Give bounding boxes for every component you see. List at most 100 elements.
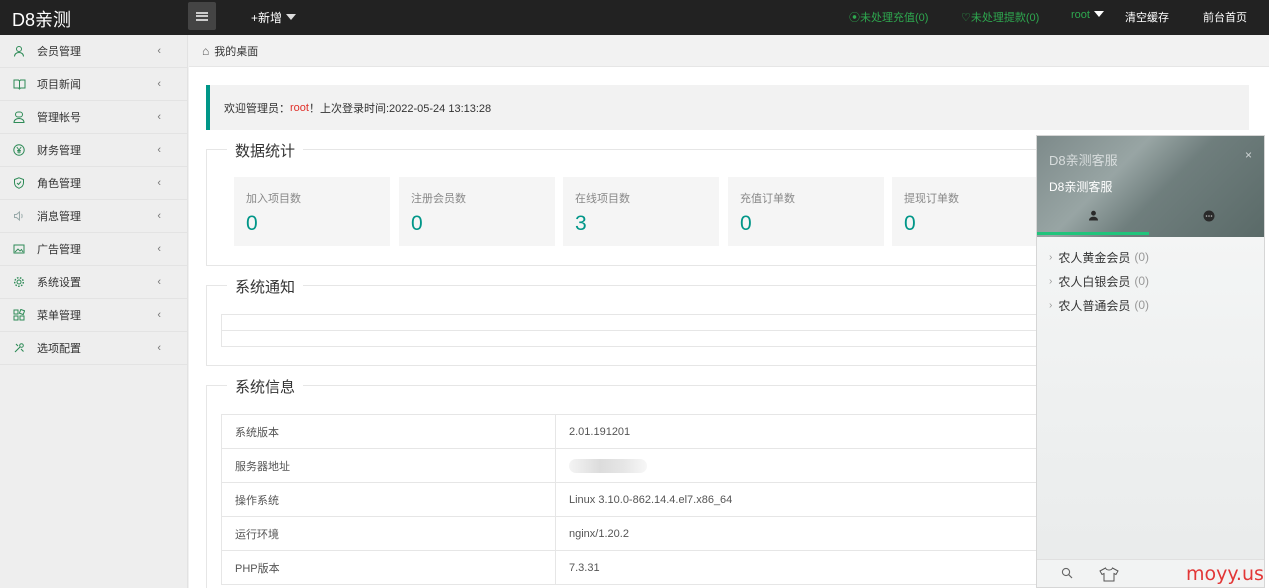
chevron-left-icon: ‹ (157, 78, 161, 90)
chevron-left-icon: ‹ (157, 243, 161, 255)
info-key: 系统版本 (221, 414, 556, 449)
stat-label: 提现订单数 (904, 193, 959, 205)
stat-label: 在线项目数 (575, 193, 630, 205)
list-item[interactable]: › 农人白银会员 (0) (1037, 269, 1264, 293)
sidebar-item-label: 财务管理 (37, 145, 81, 157)
info-key: 操作系统 (221, 482, 556, 517)
user-menu[interactable]: root (1071, 9, 1104, 21)
stat-card-withdraw-orders[interactable]: 提现订单数 0 (892, 177, 1048, 246)
stat-value: 3 (575, 212, 587, 235)
group-name: 农人白银会员 (1058, 274, 1131, 289)
blurred-server-address (569, 458, 647, 473)
sysinfo-legend: 系统信息 (227, 376, 304, 397)
stat-value: 0 (904, 212, 916, 235)
welcome-last-login: ！上次登录时间:2022-05-24 13:13:28 (308, 102, 492, 115)
caret-down-icon (1093, 11, 1104, 17)
list-item[interactable]: › 农人普通会员 (0) (1037, 293, 1264, 317)
pending-withdraw-link[interactable]: ♡未处理提款(0) (961, 9, 1039, 25)
sidebar-item-ads[interactable]: 广告管理 ‹ (0, 233, 187, 266)
user-name: root (1071, 9, 1090, 21)
speaker-icon (12, 209, 26, 223)
chevron-right-icon: › (1049, 299, 1053, 311)
sidebar-item-label: 项目新闻 (37, 79, 81, 91)
search-icon[interactable] (1061, 567, 1073, 582)
logo: D8亲测 (12, 10, 72, 30)
chevron-left-icon: ‹ (157, 309, 161, 321)
home-icon: ⌂ (202, 43, 210, 58)
close-icon[interactable]: × (1245, 148, 1252, 162)
add-new-label: +新增 (251, 11, 283, 25)
group-name: 农人黄金会员 (1058, 250, 1131, 265)
active-tab-indicator (1037, 232, 1149, 235)
customer-service-panel: D8亲测客服 × D8亲测客服 › 农人黄金会员 (0) › 农人白银会员 (0… (1036, 135, 1265, 588)
sidebar-item-label: 菜单管理 (37, 310, 81, 322)
info-key: 运行环境 (221, 516, 556, 551)
stat-value: 0 (740, 212, 752, 235)
sidebar-item-members[interactable]: 会员管理 ‹ (0, 35, 187, 68)
sidebar-item-menus[interactable]: 菜单管理 ‹ (0, 299, 187, 332)
book-icon (12, 77, 26, 91)
sidebar-item-label: 管理帐号 (37, 112, 81, 124)
clear-cache-link[interactable]: 清空缓存 (1125, 9, 1169, 25)
stat-label: 加入项目数 (246, 193, 301, 205)
chat-title: D8亲测客服 (1049, 153, 1118, 168)
group-count: (0) (1134, 274, 1150, 288)
welcome-banner: 欢迎管理员： root ！上次登录时间:2022-05-24 13:13:28 (206, 85, 1249, 130)
stat-value: 0 (411, 212, 423, 235)
chevron-left-icon: ‹ (157, 210, 161, 222)
welcome-user: root (290, 101, 309, 114)
front-home-link[interactable]: 前台首页 (1203, 9, 1247, 25)
stats-legend: 数据统计 (227, 140, 304, 161)
user-icon (12, 44, 26, 58)
image-icon (12, 242, 26, 256)
welcome-prefix: 欢迎管理员： (224, 102, 290, 115)
group-name: 农人普通会员 (1058, 298, 1131, 313)
contacts-tab-icon[interactable] (1088, 210, 1099, 224)
stat-card-recharge-orders[interactable]: 充值订单数 0 (728, 177, 884, 246)
info-key: 服务器地址 (221, 448, 556, 483)
chevron-left-icon: ‹ (157, 45, 161, 57)
chat-header: D8亲测客服 × D8亲测客服 (1037, 136, 1264, 237)
sidebar-item-label: 广告管理 (37, 244, 81, 256)
watermark: moyy.us (1186, 563, 1264, 585)
chat-subtitle: D8亲测客服 (1049, 180, 1113, 194)
tab-bar: ⌂ 我的桌面 (189, 35, 1269, 67)
sidebar: 会员管理 ‹ 项目新闻 ‹ 管理帐号 ‹ 财务管理 ‹ 角色管理 ‹ 消息管理 … (0, 35, 188, 588)
chevron-right-icon: › (1049, 251, 1053, 263)
member-group-list: › 农人黄金会员 (0) › 农人白银会员 (0) › 农人普通会员 (0) (1037, 237, 1264, 317)
chat-bubble-tab-icon[interactable] (1203, 210, 1215, 225)
sidebar-item-admin-accounts[interactable]: 管理帐号 ‹ (0, 101, 187, 134)
info-key: PHP版本 (221, 550, 556, 585)
sidebar-item-label: 会员管理 (37, 46, 81, 58)
stat-value: 0 (246, 212, 258, 235)
chevron-left-icon: ‹ (157, 342, 161, 354)
chevron-right-icon: › (1049, 275, 1053, 287)
chevron-left-icon: ‹ (157, 111, 161, 123)
chevron-left-icon: ‹ (157, 177, 161, 189)
sidebar-item-messages[interactable]: 消息管理 ‹ (0, 200, 187, 233)
sidebar-item-options[interactable]: 选项配置 ‹ (0, 332, 187, 365)
gear-icon (12, 275, 26, 289)
sidebar-item-settings[interactable]: 系统设置 ‹ (0, 266, 187, 299)
skin-shirt-icon[interactable] (1099, 567, 1119, 585)
chevron-left-icon: ‹ (157, 144, 161, 156)
sidebar-item-finance[interactable]: 财务管理 ‹ (0, 134, 187, 167)
yen-icon (12, 143, 26, 157)
sidebar-item-news[interactable]: 项目新闻 ‹ (0, 68, 187, 101)
sidebar-item-label: 系统设置 (37, 277, 81, 289)
sidebar-item-roles[interactable]: 角色管理 ‹ (0, 167, 187, 200)
stat-card-online-projects[interactable]: 在线项目数 3 (563, 177, 719, 246)
group-count: (0) (1134, 298, 1150, 312)
menu-toggle-button[interactable] (188, 2, 216, 30)
admin-icon (12, 110, 26, 124)
menu-icon (196, 11, 208, 21)
add-new-menu[interactable]: +新增 (251, 9, 297, 26)
stat-card-joined-projects[interactable]: 加入项目数 0 (234, 177, 390, 246)
list-item[interactable]: › 农人黄金会员 (0) (1037, 245, 1264, 269)
pending-recharge-link[interactable]: ⦿未处理充值(0) (849, 9, 928, 25)
stat-label: 充值订单数 (740, 193, 795, 205)
stat-card-registered-members[interactable]: 注册会员数 0 (399, 177, 555, 246)
group-count: (0) (1134, 250, 1150, 264)
tab-my-desktop[interactable]: 我的桌面 (214, 43, 258, 59)
sidebar-item-label: 角色管理 (37, 178, 81, 190)
